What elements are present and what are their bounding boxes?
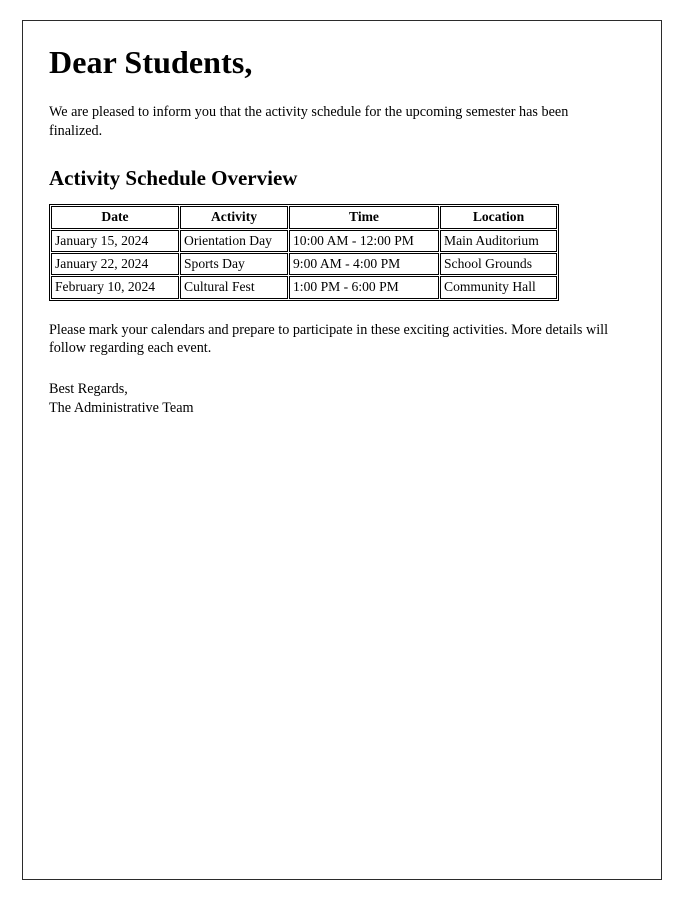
cell-location: Community Hall <box>440 276 557 299</box>
table-header-row: Date Activity Time Location <box>51 206 557 229</box>
cell-activity: Sports Day <box>180 253 288 276</box>
document-page: Dear Students, We are pleased to inform … <box>22 20 662 880</box>
cell-time: 10:00 AM - 12:00 PM <box>289 229 439 253</box>
cell-date: January 22, 2024 <box>51 253 179 276</box>
closing-paragraph: Please mark your calendars and prepare t… <box>49 321 609 357</box>
column-header-time: Time <box>289 206 439 229</box>
column-header-activity: Activity <box>180 206 288 229</box>
schedule-table-container: Date Activity Time Location January 15, … <box>49 204 635 301</box>
cell-location: School Grounds <box>440 253 557 276</box>
signoff-sender: The Administrative Team <box>49 399 194 416</box>
cell-time: 1:00 PM - 6:00 PM <box>289 276 439 299</box>
column-header-date: Date <box>51 206 179 229</box>
page-title: Dear Students, <box>49 44 253 80</box>
section-heading-activity-schedule: Activity Schedule Overview <box>49 166 298 191</box>
cell-date: January 15, 2024 <box>51 229 179 253</box>
cell-time: 9:00 AM - 4:00 PM <box>289 253 439 276</box>
cell-date: February 10, 2024 <box>51 276 179 299</box>
table-row: February 10, 2024 Cultural Fest 1:00 PM … <box>51 276 557 299</box>
table-row: January 15, 2024 Orientation Day 10:00 A… <box>51 229 557 253</box>
table-row: January 22, 2024 Sports Day 9:00 AM - 4:… <box>51 253 557 276</box>
signoff-greeting: Best Regards, <box>49 381 128 398</box>
column-header-location: Location <box>440 206 557 229</box>
cell-location: Main Auditorium <box>440 229 557 253</box>
signature-block: Best Regards, The Administrative Team <box>49 380 635 417</box>
activity-schedule-table: Date Activity Time Location January 15, … <box>49 204 559 301</box>
intro-paragraph: We are pleased to inform you that the ac… <box>49 103 569 139</box>
cell-activity: Orientation Day <box>180 229 288 253</box>
cell-activity: Cultural Fest <box>180 276 288 299</box>
document-body: Dear Students, We are pleased to inform … <box>23 21 661 418</box>
